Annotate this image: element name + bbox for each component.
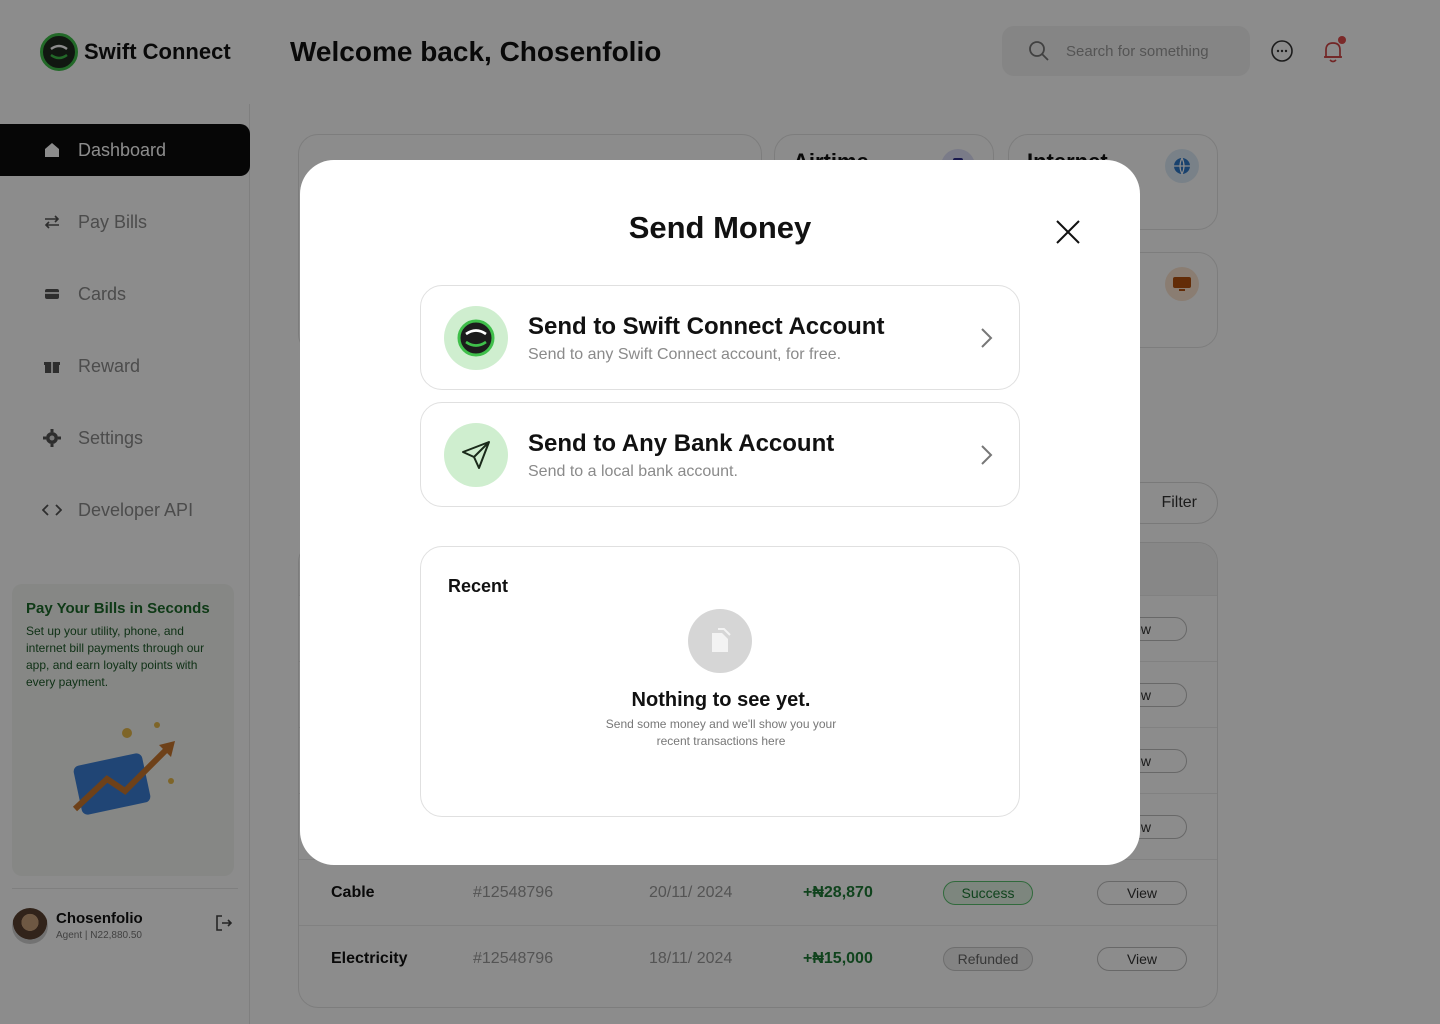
chevron-right-icon: [981, 445, 993, 465]
swift-connect-logo-icon: [444, 306, 508, 370]
send-to-bank-option[interactable]: Send to Any Bank Account Send to a local…: [420, 402, 1020, 507]
modal-title: Send Money: [628, 210, 812, 245]
option-title: Send to Any Bank Account: [528, 430, 835, 457]
send-to-swift-connect-option[interactable]: Send to Swift Connect Account Send to an…: [420, 285, 1020, 390]
send-plane-icon: [444, 423, 508, 487]
empty-state-subtitle: Send some money and we'll show you your …: [605, 717, 837, 748]
empty-file-icon: [688, 609, 752, 673]
send-money-modal: Send Money Send to Swift Connect Account…: [300, 160, 1140, 865]
recent-transactions-panel: Recent Nothing to see yet. Send some mon…: [420, 546, 1020, 817]
empty-state-title: Nothing to see yet.: [631, 689, 811, 711]
chevron-right-icon: [981, 328, 993, 348]
recent-title: Recent: [448, 576, 509, 596]
option-subtitle: Send to a local bank account.: [528, 463, 738, 480]
option-subtitle: Send to any Swift Connect account, for f…: [528, 346, 842, 363]
option-title: Send to Swift Connect Account: [528, 313, 885, 340]
close-icon[interactable]: [1054, 218, 1082, 246]
